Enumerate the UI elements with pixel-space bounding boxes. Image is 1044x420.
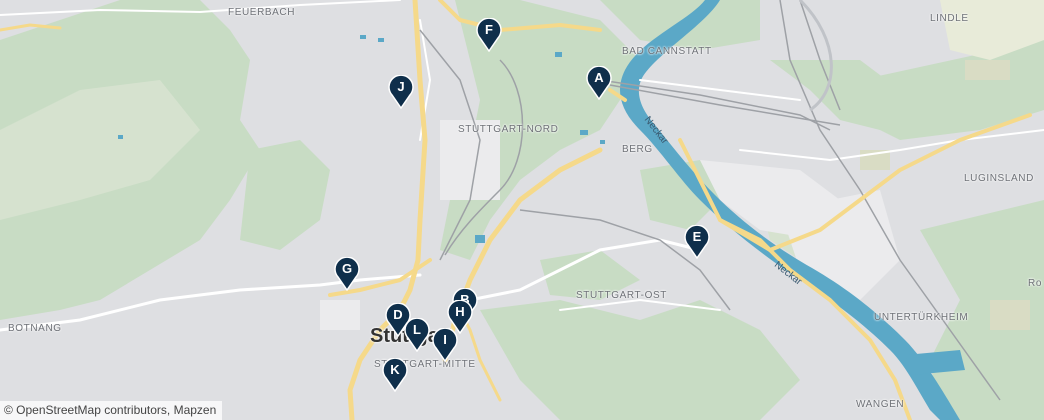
marker-i[interactable]: I bbox=[432, 328, 458, 362]
label-botnang: BOTNANG bbox=[8, 323, 62, 334]
marker-k[interactable]: K bbox=[382, 358, 408, 392]
marker-j[interactable]: J bbox=[388, 75, 414, 109]
label-berg: BERG bbox=[622, 144, 653, 155]
marker-e[interactable]: E bbox=[684, 225, 710, 259]
marker-a[interactable]: A bbox=[586, 66, 612, 100]
label-wangen: WANGEN bbox=[856, 399, 905, 410]
label-lindle: LINDLE bbox=[930, 13, 969, 24]
label-feuerbach: FEUERBACH bbox=[228, 7, 296, 18]
label-untertuerkheim: UNTERTÜRKHEIM bbox=[874, 312, 969, 323]
label-stuttgart-ost: STUTTGART-OST bbox=[576, 290, 667, 301]
marker-l[interactable]: L bbox=[404, 318, 430, 352]
marker-f[interactable]: F bbox=[476, 18, 502, 52]
label-stuttgart-nord: STUTTGART-NORD bbox=[458, 124, 559, 135]
label-ro: Ro bbox=[1028, 278, 1042, 289]
map-view[interactable]: FEUERBACH BAD CANNSTATT LINDLE STUTTGART… bbox=[0, 0, 1044, 420]
map-attribution[interactable]: © OpenStreetMap contributors, Mapzen bbox=[0, 401, 223, 420]
label-luginsland: LUGINSLAND bbox=[964, 173, 1034, 184]
label-bad-cannstatt: BAD CANNSTATT bbox=[622, 46, 712, 57]
map-base-layer bbox=[0, 0, 1044, 420]
marker-g[interactable]: G bbox=[334, 257, 360, 291]
